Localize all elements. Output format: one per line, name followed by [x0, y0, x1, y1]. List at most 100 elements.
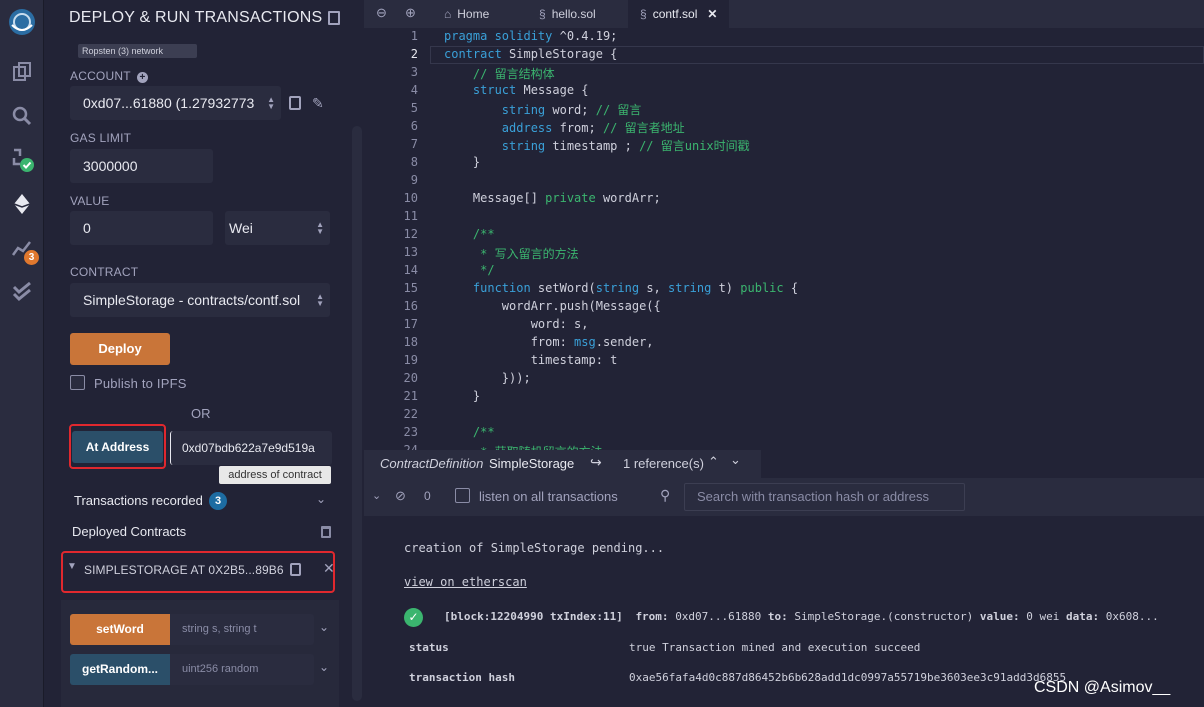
deploy-run-icon[interactable]: [6, 188, 38, 220]
line-number: 21: [403, 389, 418, 403]
code-line: pragma solidity ^0.4.19;: [444, 29, 618, 43]
code-line: function setWord(string s, string t) pub…: [472, 281, 799, 295]
code-line: contract SimpleStorage {: [444, 47, 618, 61]
references-count: 1 reference(s): [623, 456, 704, 471]
icon-sidebar: 3: [0, 0, 44, 707]
remix-logo-icon[interactable]: [6, 6, 38, 38]
line-number: 17: [403, 317, 418, 331]
publish-ipfs-checkbox[interactable]: [70, 375, 85, 390]
line-number: 12: [403, 227, 418, 241]
function-input-getrandom[interactable]: uint256 random: [170, 654, 314, 685]
line-number: 24: [403, 443, 418, 450]
transaction-summary[interactable]: [block:12204990 txIndex:11] from: 0xd07.…: [444, 610, 1159, 623]
line-number: 7: [410, 137, 418, 151]
collapse-terminal-icon[interactable]: ⌄: [372, 489, 381, 502]
tab-hello-sol[interactable]: § hello.sol: [527, 0, 622, 28]
listen-all-label: listen on all transactions: [479, 489, 618, 504]
compiler-icon[interactable]: [6, 144, 38, 176]
line-number: 11: [403, 209, 418, 223]
search-icon: ⚲: [660, 487, 671, 503]
file-explorer-icon[interactable]: [6, 56, 38, 88]
at-address-button[interactable]: At Address: [72, 431, 163, 463]
listen-all-checkbox[interactable]: [455, 488, 470, 503]
line-number: 8: [410, 155, 418, 169]
copy-account-icon[interactable]: [289, 96, 301, 110]
tab-home[interactable]: ⌂ Home: [432, 0, 527, 28]
select-arrows-icon: ▲ ▼: [316, 220, 324, 236]
panel-scrollbar[interactable]: [352, 126, 362, 701]
code-line: struct Message {: [472, 83, 589, 97]
chevron-down-icon[interactable]: ⌄: [316, 492, 326, 506]
line-number: 19: [403, 353, 418, 367]
line-number: 22: [403, 407, 418, 421]
chevron-up-icon[interactable]: ⌃: [708, 454, 719, 470]
close-tab-icon[interactable]: ✕: [707, 2, 717, 26]
zoom-out-icon[interactable]: ⊖: [376, 5, 387, 21]
trash-icon[interactable]: [321, 526, 331, 538]
line-number: 20: [403, 371, 418, 385]
copy-address-icon[interactable]: [290, 563, 301, 576]
account-select[interactable]: 0xd07...61880 (1.27932773 ▲ ▼: [70, 86, 281, 120]
environment-network: Ropsten (3) network: [78, 44, 197, 58]
clear-console-icon[interactable]: ⊘: [395, 488, 406, 504]
select-arrows-icon: ▲ ▼: [267, 95, 275, 111]
function-button-setword[interactable]: setWord: [70, 614, 170, 645]
or-separator: OR: [191, 406, 211, 421]
testing-icon[interactable]: [6, 276, 38, 308]
at-address-input[interactable]: 0xd07bdb622a7e9d519a: [170, 431, 332, 465]
pending-message: creation of SimpleStorage pending...: [404, 541, 665, 555]
chevron-down-icon[interactable]: ▼: [67, 561, 77, 572]
line-number: 13: [403, 245, 418, 259]
editor-tabs: ⊖ ⊕ ⌂ Home § hello.sol § contf.sol ✕: [364, 0, 1204, 28]
watermark: CSDN @Asimov__: [1034, 679, 1171, 696]
line-number: 18: [403, 335, 418, 349]
line-number: 14: [403, 263, 418, 277]
status-value: true Transaction mined and execution suc…: [629, 641, 921, 654]
close-icon[interactable]: ✕: [323, 560, 335, 577]
value-unit-select[interactable]: Wei ▲ ▼: [225, 211, 330, 245]
code-line: }: [444, 389, 481, 403]
chevron-down-icon[interactable]: ⌄: [319, 620, 329, 634]
gas-limit-input[interactable]: 3000000: [70, 149, 213, 183]
success-check-icon: ✓: [404, 608, 423, 627]
pending-count: 0: [424, 489, 431, 503]
solidity-file-icon: §: [539, 7, 546, 21]
contract-instance-title[interactable]: SIMPLESTORAGE AT 0X2B5...89B6: [84, 563, 284, 577]
editor-status-bar: ContractDefinition SimpleStorage ↪ 1 ref…: [364, 450, 761, 478]
documentation-icon[interactable]: [328, 11, 340, 25]
panel-title: DEPLOY & RUN TRANSACTIONS: [69, 9, 323, 26]
chevron-down-icon[interactable]: ⌄: [730, 452, 741, 468]
add-account-icon[interactable]: +: [137, 72, 149, 83]
sign-message-icon[interactable]: ✎: [312, 95, 324, 112]
address-tooltip: address of contract: [219, 466, 331, 484]
code-line: from: msg.sender,: [444, 335, 654, 349]
tab-contf-sol[interactable]: § contf.sol ✕: [628, 0, 729, 28]
code-line: string word; // 留言: [501, 103, 642, 117]
etherscan-link[interactable]: view on etherscan: [404, 575, 527, 589]
code-line: Message[] private wordArr;: [444, 191, 661, 205]
terminal-search-input[interactable]: Search with transaction hash or address: [684, 483, 965, 511]
deployed-contracts-label: Deployed Contracts: [72, 524, 187, 539]
code-editor[interactable]: 1 2 3 4 5 6 7 8 9 10 11 12 13 14 15 16 17 18 19 20 21 22 23 24 …: [364, 28, 1204, 450]
code-line: wordArr.push(Message({: [444, 299, 661, 313]
goto-definition-icon[interactable]: ↪: [590, 454, 602, 471]
search-icon[interactable]: [6, 100, 38, 132]
gas-limit-label: GAS LIMIT: [70, 131, 132, 145]
hash-key: transaction hash: [409, 671, 515, 684]
function-input-setword[interactable]: string s, string t: [170, 614, 314, 645]
code-line: */: [480, 263, 495, 277]
line-number: 3: [410, 65, 418, 79]
zoom-in-icon[interactable]: ⊕: [405, 5, 416, 21]
line-number: 10: [403, 191, 418, 205]
line-number: 4: [410, 83, 418, 97]
contract-select[interactable]: SimpleStorage - contracts/contf.sol ▲ ▼: [70, 283, 330, 317]
select-arrows-icon: ▲ ▼: [316, 292, 324, 308]
transactions-count-badge: 3: [209, 492, 227, 510]
chevron-down-icon[interactable]: ⌄: [319, 660, 329, 674]
code-line: word: s,: [444, 317, 589, 331]
deploy-button[interactable]: Deploy: [70, 333, 170, 365]
value-input[interactable]: 0: [70, 211, 213, 245]
hash-value: 0xae56fafa4d0c887d86452b6b628add1dc0997a…: [629, 671, 1067, 684]
transactions-recorded-label[interactable]: Transactions recorded: [74, 493, 203, 508]
function-button-getrandom[interactable]: getRandom...: [70, 654, 170, 685]
